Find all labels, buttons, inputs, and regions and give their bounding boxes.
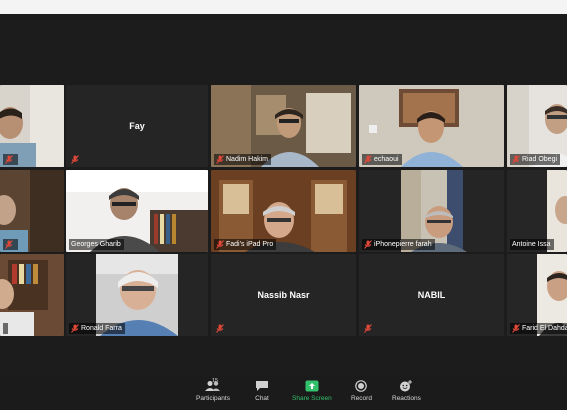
participant-tile-fay[interactable]: Fay xyxy=(66,85,208,167)
mic-muted-icon xyxy=(71,155,79,164)
name-label: echaoui xyxy=(362,154,402,165)
participant-tile-antoine-issa[interactable]: Antoine Issa xyxy=(507,170,567,252)
chat-icon xyxy=(256,381,268,391)
name-label: Riad Obegi xyxy=(510,154,561,165)
name-label xyxy=(3,154,18,165)
meeting-toolbar: 15 Participants Chat Share Screen Record… xyxy=(0,376,567,410)
participant-tile-ronald-farra[interactable]: Ronald Farra xyxy=(66,254,208,336)
name-label: Nadim Hakim xyxy=(214,154,272,165)
name-label: Georges Gharib xyxy=(69,239,124,250)
mic-muted-icon xyxy=(364,155,372,164)
participant-tile-1[interactable] xyxy=(0,85,64,167)
participant-tile-fadis-ipad[interactable]: Fadi's iPad Pro xyxy=(211,170,356,252)
name-label: Antoine Issa xyxy=(510,239,554,250)
chat-button[interactable]: Chat xyxy=(255,380,269,402)
mic-muted-icon xyxy=(512,324,520,333)
video-feed xyxy=(0,254,64,336)
reactions-icon xyxy=(400,380,413,392)
mic-muted-icon xyxy=(216,324,224,333)
window-top-bar xyxy=(0,0,567,14)
name-label xyxy=(3,323,8,334)
participant-tile-11[interactable] xyxy=(0,254,64,336)
chat-label: Chat xyxy=(255,395,269,402)
participant-tile-nabil[interactable]: NABIL xyxy=(359,254,504,336)
mic-muted-icon xyxy=(216,240,224,249)
name-label: Farid El Dahdah xyxy=(510,323,567,334)
participant-tile-farid-el-dahdah[interactable]: Farid El Dahdah xyxy=(507,254,567,336)
mic-muted-icon xyxy=(71,324,79,333)
participants-label: Participants xyxy=(196,395,230,402)
participant-tile-georges-gharib[interactable]: Georges Gharib xyxy=(66,170,208,252)
record-button[interactable]: Record xyxy=(351,380,372,402)
mic-muted-icon xyxy=(512,155,520,164)
reactions-button[interactable]: Reactions xyxy=(392,380,421,402)
participants-button[interactable]: 15 Participants xyxy=(196,378,230,402)
participant-name: Nassib Nasr xyxy=(257,290,310,300)
gallery-grid: Fay Nadim Hakim echaoui Riad Obegi Georg… xyxy=(0,14,567,376)
participant-tile-nadim-hakim[interactable]: Nadim Hakim xyxy=(211,85,356,167)
share-screen-icon xyxy=(305,380,319,392)
mic-muted-icon xyxy=(364,240,372,249)
name-label: iPhonepierre farah xyxy=(362,239,435,250)
mic-muted-icon xyxy=(216,155,224,164)
name-label: Ronald Farra xyxy=(69,323,125,334)
mic-muted-icon xyxy=(5,240,13,249)
mic-muted-icon xyxy=(5,155,13,164)
participant-tile-nassib-nasr[interactable]: Nassib Nasr xyxy=(211,254,356,336)
participant-tile-echaoui[interactable]: echaoui xyxy=(359,85,504,167)
share-screen-button[interactable]: Share Screen xyxy=(292,380,332,402)
participant-name: Fay xyxy=(129,121,145,131)
reactions-label: Reactions xyxy=(392,395,421,402)
name-label xyxy=(362,323,375,334)
record-icon xyxy=(355,380,368,392)
participant-tile-6[interactable] xyxy=(0,170,64,252)
name-label xyxy=(69,154,82,165)
share-screen-label: Share Screen xyxy=(292,395,332,402)
name-label xyxy=(214,323,227,334)
name-label xyxy=(3,239,18,250)
participant-tile-iphonepierre-farah[interactable]: iPhonepierre farah xyxy=(359,170,504,252)
record-label: Record xyxy=(351,395,372,402)
mic-muted-icon xyxy=(364,324,372,333)
participants-count: 15 xyxy=(212,378,219,384)
name-label: Fadi's iPad Pro xyxy=(214,239,277,250)
participant-name: NABIL xyxy=(417,290,446,300)
participant-tile-riad-obegi[interactable]: Riad Obegi xyxy=(507,85,567,167)
